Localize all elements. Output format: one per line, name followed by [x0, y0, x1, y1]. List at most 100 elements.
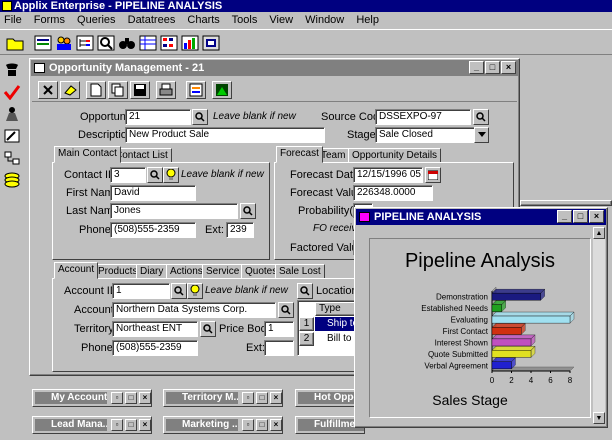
close-icon[interactable]: ×	[270, 392, 282, 404]
network-icon[interactable]	[1, 147, 23, 169]
forecast-value-field[interactable]: 226348.0000	[353, 185, 433, 201]
query-icon[interactable]	[95, 32, 117, 54]
ext-field[interactable]: 239	[226, 222, 254, 238]
account-name-lookup-icon[interactable]	[278, 302, 294, 318]
maximize-button[interactable]: □	[485, 61, 500, 74]
calendar-icon[interactable]	[425, 167, 441, 183]
menu-view[interactable]: View	[269, 14, 293, 26]
minimized-territory[interactable]: Territory M... ▫ □ ×	[163, 389, 283, 407]
close-button[interactable]: ×	[501, 61, 516, 74]
territory-field[interactable]: Northeast ENT	[112, 321, 198, 337]
chart-icon[interactable]	[179, 32, 201, 54]
source-code-field[interactable]: DSSEXPO-97	[375, 109, 471, 125]
minimize-button[interactable]: _	[557, 210, 572, 223]
description-field[interactable]: New Product Sale	[125, 127, 325, 143]
account-id-field[interactable]: 1	[112, 283, 170, 299]
maximize-icon[interactable]: □	[125, 392, 137, 404]
vertical-scrollbar[interactable]: ▲ ▼	[593, 227, 605, 424]
maximize-icon[interactable]: □	[256, 419, 268, 431]
checkmark-icon[interactable]	[1, 81, 23, 103]
close-icon[interactable]: ×	[139, 392, 151, 404]
opportunity-lookup-icon[interactable]	[192, 109, 208, 125]
new-document-icon[interactable]	[86, 81, 106, 99]
account-lightbulb-icon[interactable]	[187, 283, 203, 299]
close-icon[interactable]: ×	[139, 419, 151, 431]
chart-window-icon[interactable]	[359, 212, 370, 222]
forecast-date-field[interactable]: 12/15/1996 05:3	[353, 167, 423, 183]
copy-icon[interactable]	[108, 81, 128, 99]
stage-select[interactable]: Sale Closed	[375, 127, 489, 143]
scroll-up-icon[interactable]: ▲	[593, 227, 605, 239]
account-ext-field[interactable]	[264, 340, 294, 356]
close-icon[interactable]: ×	[270, 419, 282, 431]
menu-tools[interactable]: Tools	[232, 14, 258, 26]
contact-lookup-icon[interactable]	[147, 167, 163, 183]
tab-forecast[interactable]: Forecast	[276, 146, 323, 163]
maximize-button[interactable]: □	[573, 210, 588, 223]
last-name-lookup-icon[interactable]	[240, 203, 256, 219]
account-phone-field[interactable]: (508)555-2359	[112, 340, 198, 356]
stage-dropdown-icon[interactable]	[474, 127, 489, 143]
menu-queries[interactable]: Queries	[77, 14, 116, 26]
contact-id-field[interactable]: 3	[110, 167, 146, 183]
open-folder-icon[interactable]	[4, 32, 26, 54]
minimized-marketing[interactable]: Marketing ... ▫ □ ×	[163, 416, 283, 434]
maximize-icon[interactable]: □	[256, 392, 268, 404]
menu-charts[interactable]: Charts	[187, 14, 219, 26]
picture-icon[interactable]	[212, 81, 232, 99]
maximize-icon[interactable]: □	[125, 419, 137, 431]
tab-sale-lost[interactable]: Sale Lost	[275, 264, 325, 279]
phone-field[interactable]: (508)555-2359	[110, 222, 196, 238]
tab-opportunity-details[interactable]: Opportunity Details	[348, 148, 442, 163]
locations-lookup-icon[interactable]	[297, 283, 313, 299]
table-icon[interactable]	[137, 32, 159, 54]
menu-datatrees[interactable]: Datatrees	[128, 14, 176, 26]
tab-products[interactable]: Products	[94, 264, 142, 279]
report-icon[interactable]	[200, 32, 222, 54]
eraser-icon[interactable]	[60, 81, 80, 99]
phone-icon[interactable]	[1, 59, 23, 81]
contact-lightbulb-icon[interactable]	[163, 167, 179, 183]
delete-icon[interactable]	[38, 81, 58, 99]
territory-lookup-icon[interactable]	[200, 321, 216, 337]
print-icon[interactable]	[156, 81, 176, 99]
grid-icon[interactable]	[158, 32, 180, 54]
minimized-my-accounts[interactable]: My Accounts ▫ □ ×	[32, 389, 152, 407]
account-field[interactable]: Northern Data Systems Corp.	[112, 302, 276, 318]
minimize-button[interactable]: _	[469, 61, 484, 74]
restore-icon[interactable]: ▫	[111, 392, 123, 404]
minimized-lead-management[interactable]: Lead Mana... ▫ □ ×	[32, 416, 152, 434]
tab-diary[interactable]: Diary	[136, 264, 168, 279]
scroll-down-icon[interactable]: ▼	[593, 412, 605, 424]
first-name-field[interactable]: David	[110, 185, 196, 201]
menu-forms[interactable]: Forms	[34, 14, 65, 26]
tab-account[interactable]: Account	[54, 262, 99, 279]
form-icon[interactable]	[32, 32, 54, 54]
report-form-icon[interactable]	[186, 81, 206, 99]
wizard-icon[interactable]	[1, 125, 23, 147]
opportunity-title-bar[interactable]: Opportunity Management - 21 _ □ ×	[31, 60, 518, 76]
tab-main-contact[interactable]: Main Contact	[54, 146, 121, 163]
menu-file[interactable]: File	[4, 14, 22, 26]
tab-service[interactable]: Service	[202, 264, 244, 279]
account-lookup-icon[interactable]	[171, 283, 187, 299]
restore-icon[interactable]: ▫	[242, 419, 254, 431]
tab-actions[interactable]: Actions	[166, 264, 207, 279]
price-book-field[interactable]: 1	[264, 321, 294, 337]
users-icon[interactable]	[53, 32, 75, 54]
restore-icon[interactable]: ▫	[111, 419, 123, 431]
form-window-icon[interactable]	[34, 63, 45, 73]
opportunity-id-field[interactable]: 21	[125, 109, 191, 125]
person-icon[interactable]	[1, 103, 23, 125]
tree-icon[interactable]	[74, 32, 96, 54]
menu-help[interactable]: Help	[356, 14, 379, 26]
restore-icon[interactable]: ▫	[242, 392, 254, 404]
menu-window[interactable]: Window	[305, 14, 344, 26]
last-name-field[interactable]: Jones	[110, 203, 238, 219]
pipeline-title-bar[interactable]: PIPELINE ANALYSIS _ □ ×	[356, 209, 606, 225]
close-button[interactable]: ×	[589, 210, 604, 223]
save-icon[interactable]	[130, 81, 150, 99]
stack-icon[interactable]	[1, 169, 23, 191]
binoculars-icon[interactable]	[116, 32, 138, 54]
source-code-lookup-icon[interactable]	[473, 109, 489, 125]
